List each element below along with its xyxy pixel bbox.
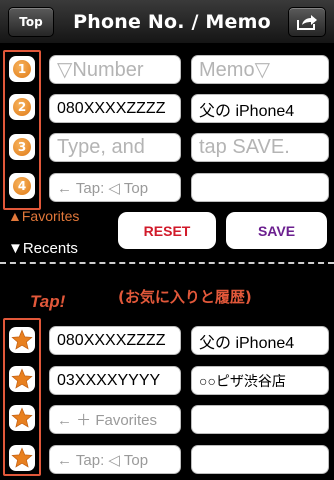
reset-button[interactable]: RESET xyxy=(118,212,216,249)
favorite-slot-3-badge[interactable]: 3 xyxy=(9,134,35,160)
star-icon xyxy=(11,368,33,389)
favorite-2-memo-field[interactable]: 父の iPhone4 xyxy=(191,94,329,123)
favorites-history-note: (お気に入りと履歴) xyxy=(118,288,252,306)
navigation-bar: Top Phone No. / Memo xyxy=(0,0,334,44)
recent-2-number-field[interactable]: 03XXXXYYYY xyxy=(49,366,181,395)
tap-hint: Tap! xyxy=(30,292,66,311)
recent-1-number-field[interactable]: 080XXXXZZZZ xyxy=(49,326,181,355)
favorites-label: ▲Favorites xyxy=(8,208,80,224)
recent-4-memo-field[interactable] xyxy=(191,445,329,474)
recent-2-memo-field[interactable]: ○○ピザ渋谷店 xyxy=(191,366,329,395)
share-icon xyxy=(297,15,317,30)
top-button-label: Top xyxy=(19,15,43,29)
recent-3-number-field[interactable]: ← ＋ Favorites xyxy=(49,405,181,434)
section-divider xyxy=(0,262,334,264)
favorite-4-memo-field[interactable] xyxy=(191,173,329,202)
save-button[interactable]: SAVE xyxy=(226,212,327,249)
recent-4-number-field[interactable]: ← Tap: ◁ Top xyxy=(49,445,181,474)
number-4-icon: 4 xyxy=(13,177,31,195)
recent-3-memo-field[interactable] xyxy=(191,405,329,434)
favorite-slot-1-badge[interactable]: 1 xyxy=(9,56,35,82)
recent-1-memo-field[interactable]: 父の iPhone4 xyxy=(191,326,329,355)
recents-label: ▼Recents xyxy=(8,240,78,257)
number-1-icon: 1 xyxy=(13,60,31,78)
favorite-3-memo-field[interactable]: tap SAVE. xyxy=(191,133,329,162)
favorite-1-memo-field[interactable]: Memo▽ xyxy=(191,55,329,84)
favorite-slot-2-badge[interactable]: 2 xyxy=(9,94,35,120)
top-button[interactable]: Top xyxy=(8,7,54,37)
number-2-icon: 2 xyxy=(13,98,31,116)
number-3-icon: 3 xyxy=(13,138,31,156)
star-icon xyxy=(11,447,33,468)
star-icon xyxy=(11,329,33,350)
favorite-slot-4-badge[interactable]: 4 xyxy=(9,173,35,199)
recent-1-star-button[interactable] xyxy=(9,327,35,353)
share-button[interactable] xyxy=(288,7,326,37)
recent-2-star-button[interactable] xyxy=(9,366,35,392)
recent-3-star-button[interactable] xyxy=(9,405,35,431)
favorite-4-number-field[interactable]: ← Tap: ◁ Top xyxy=(49,173,181,202)
favorite-1-number-field[interactable]: ▽Number xyxy=(49,55,181,84)
favorite-2-number-field[interactable]: 080XXXXZZZZ xyxy=(49,94,181,123)
page-title: Phone No. / Memo xyxy=(73,11,271,33)
recent-4-star-button[interactable] xyxy=(9,445,35,471)
favorite-3-number-field[interactable]: Type, and xyxy=(49,133,181,162)
star-icon xyxy=(11,407,33,428)
